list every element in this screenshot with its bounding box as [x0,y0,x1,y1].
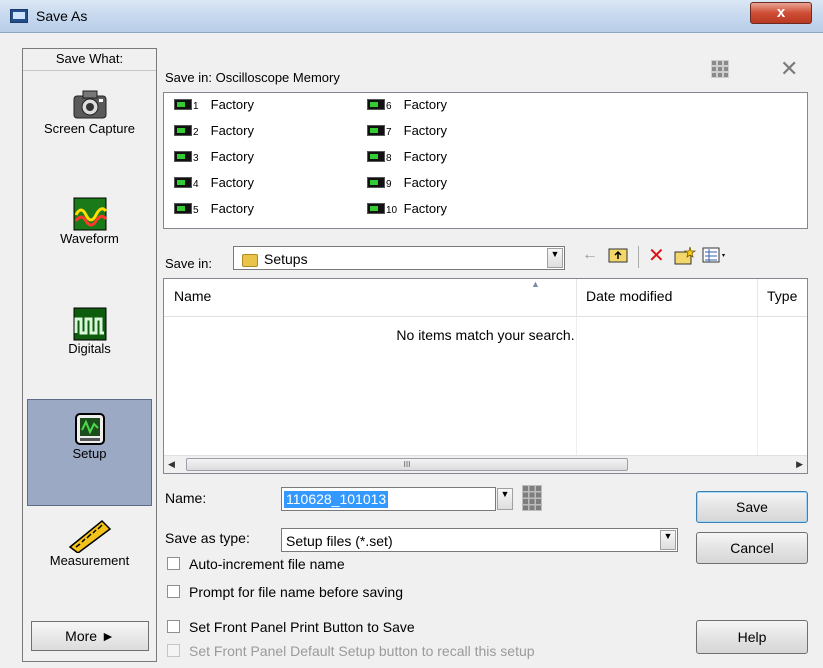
memory-slot-icon [174,125,192,136]
scroll-thumb[interactable]: III [186,458,628,471]
keypad-grid-icon[interactable] [711,60,729,78]
digital-signal-icon [73,307,106,341]
window-title: Save As [36,8,88,24]
memory-slot-icon [174,99,192,110]
save-in-label: Save in: [165,256,212,271]
memory-slot-10[interactable]: 10 Factory [367,200,447,218]
memory-slot-icon [367,177,385,188]
file-name-value: 110628_101013 [284,491,389,508]
memory-slot-icon [367,125,385,136]
column-date-modified[interactable]: Date modified [586,288,672,304]
save-button[interactable]: Save [696,491,808,523]
app-icon [10,9,28,23]
memory-slot-5[interactable]: 5 Factory [174,200,254,218]
toolbar-divider [638,246,639,268]
chevron-down-icon[interactable]: ▼ [497,488,513,510]
save-what-sidebar: Save What: Screen Capture Waveform Digit… [22,48,157,662]
name-label: Name: [165,490,207,506]
more-button[interactable]: More ► [31,621,149,651]
memory-slot-icon [174,203,192,214]
camera-icon [73,90,106,119]
horizontal-scrollbar[interactable]: ◀ III ▶ [164,455,807,473]
scroll-left-icon[interactable]: ◀ [168,459,175,470]
sidebar-item-label: Digitals [68,341,111,356]
column-type[interactable]: Type [767,288,797,304]
prompt-filename-checkbox[interactable]: Prompt for file name before saving [167,584,403,600]
save-as-type-value: Setup files (*.set) [286,533,393,549]
ruler-icon [68,519,111,553]
keypad-icon[interactable] [522,485,542,511]
memory-slot-icon [367,203,385,214]
folder-name: Setups [264,251,308,267]
delete-icon[interactable]: ✕ [648,246,665,266]
memory-slot-2[interactable]: 2 Factory [174,122,254,140]
checkbox-box[interactable] [167,585,180,598]
memory-slot-3[interactable]: 3 Factory [174,148,254,166]
checkbox-box [167,644,180,657]
memory-slot-1[interactable]: 1 Factory [174,96,254,114]
sidebar-item-digitals[interactable]: Digitals [27,307,152,377]
sort-arrow-icon: ▲ [531,279,540,289]
sidebar-item-waveform[interactable]: Waveform [27,197,152,269]
folder-icon [242,253,258,267]
cancel-button[interactable]: Cancel [696,532,808,564]
close-x-icon[interactable]: ✕ [780,58,798,80]
checkbox-box[interactable] [167,557,180,570]
sidebar-item-measurement[interactable]: Measurement [27,517,152,597]
memory-slot-icon [174,151,192,162]
sidebar-item-label: Screen Capture [43,121,136,136]
file-name-dropdown[interactable]: ▼ [496,487,514,511]
close-button[interactable]: x [750,2,812,24]
waveform-icon [73,197,107,231]
memory-slot-7[interactable]: 7 Factory [367,122,447,140]
save-as-type-select[interactable]: Setup files (*.set) ▼ [281,528,678,552]
back-arrow-icon[interactable]: ← [582,246,598,264]
memory-slot-4[interactable]: 4 Factory [174,174,254,192]
up-folder-icon[interactable] [608,246,628,269]
oscilloscope-setup-icon [74,413,105,445]
new-folder-icon[interactable] [674,246,697,271]
sidebar-item-label: Measurement [49,553,130,568]
memory-label: Save in: Oscilloscope Memory [165,70,340,85]
column-name[interactable]: Name [174,288,211,304]
front-panel-print-checkbox[interactable]: Set Front Panel Print Button to Save [167,619,415,635]
chevron-down-icon[interactable]: ▼ [660,530,676,550]
file-list-header: ▲ Name Date modified Type [164,279,807,317]
save-as-type-label: Save as type: [165,530,250,546]
memory-slot-icon [367,151,385,162]
memory-slot-8[interactable]: 8 Factory [367,148,447,166]
sidebar-item-label: Waveform [60,231,119,246]
sidebar-item-screen-capture[interactable]: Screen Capture [27,87,152,167]
memory-slot-6[interactable]: 6 Factory [367,96,447,114]
sidebar-item-setup[interactable]: Setup [27,399,152,506]
memory-slot-icon [367,99,385,110]
memory-slot-list: 1 Factory 2 Factory 3 Factory 4 Factory … [163,92,808,229]
view-menu-icon[interactable] [702,246,728,269]
sidebar-header: Save What: [23,49,156,71]
memory-slot-icon [174,177,192,188]
title-bar: Save As x [0,0,823,33]
chevron-down-icon[interactable]: ▼ [547,248,563,268]
memory-slot-9[interactable]: 9 Factory [367,174,447,192]
sidebar-item-label: Setup [72,446,107,461]
save-in-folder-select[interactable]: Setups ▼ [233,246,565,270]
auto-increment-checkbox[interactable]: Auto-increment file name [167,556,345,572]
front-panel-default-checkbox: Set Front Panel Default Setup button to … [167,643,535,659]
file-name-input[interactable]: 110628_101013 [281,487,496,511]
scroll-right-icon[interactable]: ▶ [796,459,803,470]
file-list[interactable]: ▲ Name Date modified Type No items match… [163,278,808,474]
empty-message: No items match your search. [396,327,575,343]
help-button[interactable]: Help [696,620,808,654]
checkbox-box[interactable] [167,620,180,633]
